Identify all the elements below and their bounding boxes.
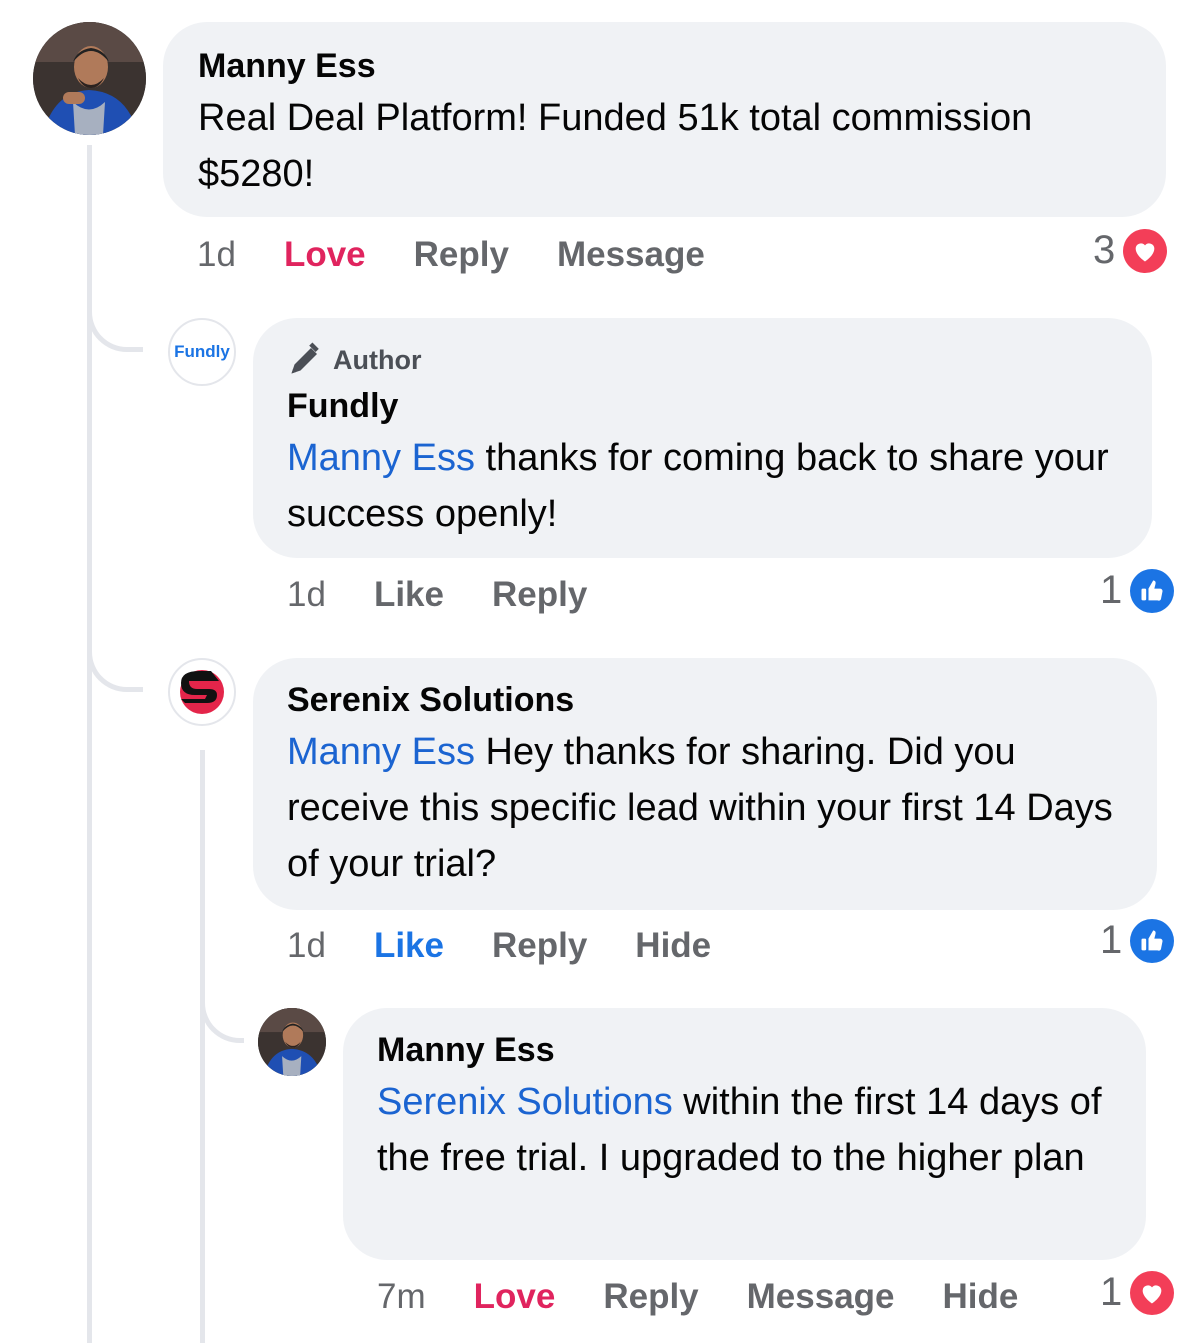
thumbs-up-icon: [1130, 568, 1175, 613]
mention-link[interactable]: Manny Ess: [287, 731, 475, 773]
thread-line-serenix: [200, 750, 205, 1343]
love-button[interactable]: Love: [474, 1277, 556, 1317]
like-button[interactable]: Like: [374, 575, 444, 615]
avatar-manny-ess[interactable]: [258, 1008, 326, 1076]
hide-button[interactable]: Hide: [635, 926, 711, 966]
reaction-count: 1: [1100, 568, 1123, 612]
reaction-summary-4[interactable]: 1: [1100, 1270, 1175, 1315]
comment-actions-1: 1d Love Reply Message: [197, 232, 705, 278]
mention-link[interactable]: Manny Ess: [287, 437, 475, 479]
comment-bubble-4: Manny Ess Serenix Solutions within the f…: [343, 1008, 1146, 1260]
comment-actions-2: 1d Like Reply: [287, 572, 587, 618]
author-badge: Author: [287, 340, 1152, 380]
comment-author-name[interactable]: Manny Ess: [377, 1030, 1146, 1070]
comment-timestamp: 1d: [197, 235, 236, 274]
mention-link[interactable]: Serenix Solutions: [377, 1081, 673, 1123]
reply-button[interactable]: Reply: [492, 575, 587, 615]
reply-button[interactable]: Reply: [492, 926, 587, 966]
comment-author-name[interactable]: Fundly: [287, 386, 1152, 426]
reaction-count: 1: [1100, 918, 1123, 962]
avatar-manny-ess[interactable]: [33, 22, 146, 135]
thread-connector-reply: [200, 985, 244, 1043]
comment-actions-4: 7m Love Reply Message Hide: [377, 1274, 1018, 1320]
hide-button[interactable]: Hide: [943, 1277, 1019, 1317]
comment-text: Serenix Solutions within the first 14 da…: [377, 1074, 1127, 1186]
avatar-fundly[interactable]: Fundly: [168, 318, 236, 386]
thread-connector-fundly: [87, 290, 143, 352]
thread-connector-serenix: [87, 630, 143, 692]
pen-icon: [287, 342, 323, 378]
comment-bubble-1: Manny Ess Real Deal Platform! Funded 51k…: [163, 22, 1166, 217]
thumbs-up-icon: [1130, 918, 1175, 963]
reaction-summary-2[interactable]: 1: [1100, 568, 1175, 613]
reaction-count: 3: [1093, 228, 1116, 272]
comment-author-name[interactable]: Serenix Solutions: [287, 680, 1157, 720]
serenix-logo-icon: [180, 670, 224, 714]
comment-timestamp: 1d: [287, 575, 326, 614]
author-label: Author: [333, 344, 422, 375]
comment-timestamp: 7m: [377, 1277, 426, 1316]
reply-button[interactable]: Reply: [603, 1277, 698, 1317]
reaction-summary-3[interactable]: 1: [1100, 918, 1175, 963]
love-button[interactable]: Love: [284, 235, 366, 275]
fundly-logo: Fundly: [174, 342, 230, 361]
message-button[interactable]: Message: [557, 235, 705, 275]
avatar-serenix-solutions[interactable]: [168, 658, 236, 726]
comment-timestamp: 1d: [287, 926, 326, 965]
comment-author-name[interactable]: Manny Ess: [198, 46, 1166, 86]
message-button[interactable]: Message: [747, 1277, 895, 1317]
comment-bubble-2: Author Fundly Manny Ess thanks for comin…: [253, 318, 1152, 558]
reaction-summary-1[interactable]: 3: [1093, 228, 1168, 273]
comment-text: Real Deal Platform! Funded 51k total com…: [198, 97, 1033, 195]
comment-text: Manny Ess Hey thanks for sharing. Did yo…: [287, 724, 1147, 892]
reply-button[interactable]: Reply: [414, 235, 509, 275]
comment-text: Manny Ess thanks for coming back to shar…: [287, 430, 1137, 542]
comment-bubble-3: Serenix Solutions Manny Ess Hey thanks f…: [253, 658, 1157, 910]
comment-actions-3: 1d Like Reply Hide: [287, 923, 711, 969]
like-button[interactable]: Like: [374, 926, 444, 966]
heart-icon: [1123, 228, 1168, 273]
reaction-count: 1: [1100, 1270, 1123, 1314]
heart-icon: [1130, 1270, 1175, 1315]
